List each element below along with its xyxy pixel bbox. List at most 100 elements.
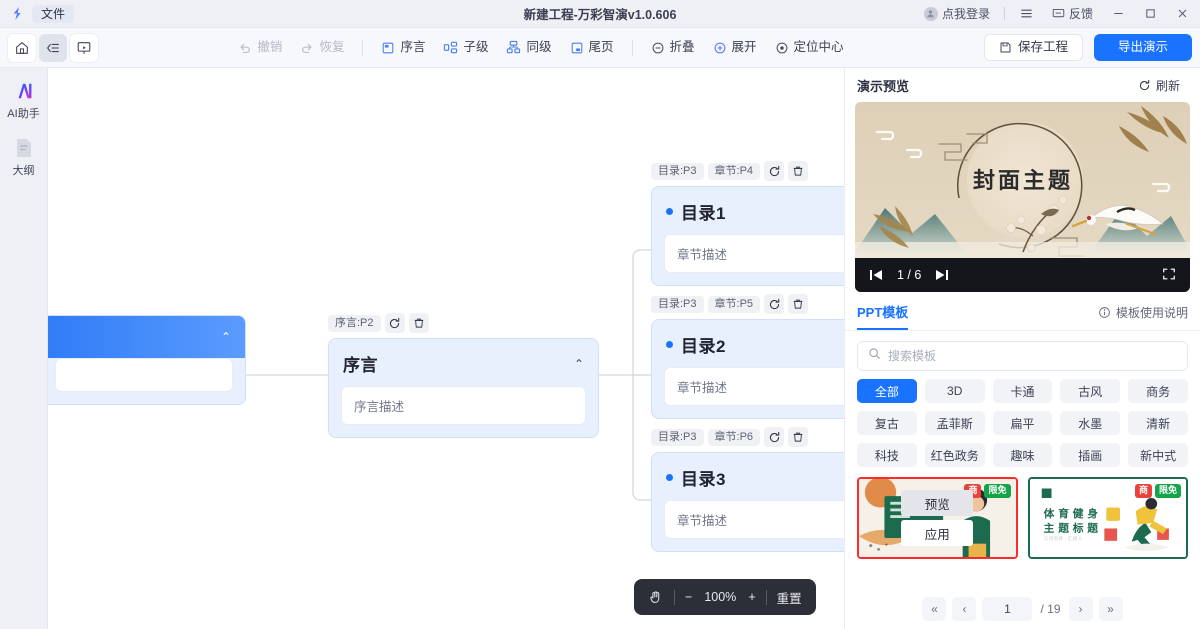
undo-button[interactable]: 撤销 bbox=[230, 36, 290, 60]
chapter-2-card[interactable]: 目录2 章节描述 ❯ bbox=[651, 319, 844, 419]
chip-category-5[interactable]: 复古 bbox=[857, 411, 917, 435]
rail-item-outline[interactable]: 大纲 bbox=[1, 137, 47, 178]
outline-view-button[interactable] bbox=[39, 33, 67, 62]
insert-child-button[interactable]: 子级 bbox=[435, 35, 496, 60]
chapter-1-title[interactable]: 目录1 bbox=[681, 199, 726, 224]
collapse-all-button[interactable]: 折叠 bbox=[643, 36, 703, 60]
close-button[interactable] bbox=[1166, 1, 1198, 27]
outline-icon bbox=[13, 137, 35, 159]
preface-node-title[interactable]: 序言 bbox=[343, 351, 378, 376]
redo-button[interactable]: 恢复 bbox=[292, 36, 352, 60]
search-input[interactable] bbox=[888, 349, 1177, 363]
chapter-2-section-chip: 章节:P5 bbox=[707, 295, 761, 313]
player-next-button[interactable] bbox=[935, 269, 949, 281]
preface-node-card[interactable]: 序言 ⌃ 序言描述 bbox=[328, 338, 599, 438]
preface-delete-icon[interactable] bbox=[408, 313, 429, 333]
chapter-2-delete-icon[interactable] bbox=[788, 294, 809, 314]
export-presentation-button[interactable]: 导出演示 bbox=[1094, 34, 1193, 61]
root-collapse-chevron[interactable]: ⌃ bbox=[221, 330, 231, 344]
expand-all-button[interactable]: 展开 bbox=[705, 36, 765, 60]
chip-category-3[interactable]: 古风 bbox=[1060, 379, 1121, 403]
preface-collapse-chevron[interactable]: ⌃ bbox=[574, 357, 584, 371]
chapter-1-card[interactable]: 目录1 章节描述 bbox=[651, 186, 844, 286]
pagination-next-button[interactable]: › bbox=[1068, 597, 1093, 621]
chapter-1-refresh-icon[interactable] bbox=[764, 161, 785, 181]
preface-page-chip: 序言:P2 bbox=[328, 314, 381, 332]
pagination-prev-button[interactable]: ‹ bbox=[952, 597, 977, 621]
chapter-3-delete-icon[interactable] bbox=[788, 427, 809, 447]
chip-category-12[interactable]: 趣味 bbox=[992, 443, 1053, 467]
chip-category-11[interactable]: 红色政务 bbox=[924, 443, 985, 467]
template-category-chips: 全部 3D 卡通 古风 商务 复古 孟菲斯 扁平 水墨 清新 科技 红色政务 趣… bbox=[845, 379, 1200, 467]
menu-button[interactable] bbox=[1010, 2, 1043, 25]
preface-refresh-icon[interactable] bbox=[384, 313, 405, 333]
login-button[interactable]: 点我登录 bbox=[915, 3, 999, 25]
rail-item-ai-assistant[interactable]: AI助手 bbox=[1, 80, 47, 121]
root-node-card[interactable]: ⌃ bbox=[48, 315, 246, 405]
chapter-3-title[interactable]: 目录3 bbox=[681, 465, 726, 490]
node-chapter-3[interactable]: 目录:P3 章节:P6 目录3 章节描述 bbox=[651, 427, 844, 552]
insert-endpage-button[interactable]: 尾页 bbox=[562, 36, 622, 60]
insert-sibling-button[interactable]: 同级 bbox=[498, 35, 559, 60]
minimize-button[interactable] bbox=[1102, 1, 1134, 27]
chip-category-13[interactable]: 插画 bbox=[1060, 443, 1121, 467]
chip-category-14[interactable]: 新中式 bbox=[1128, 443, 1188, 467]
tab-ppt-templates[interactable]: PPT模板 bbox=[857, 302, 909, 330]
pagination-first-button[interactable]: « bbox=[922, 597, 947, 621]
feedback-button[interactable]: 反馈 bbox=[1043, 3, 1102, 24]
slide-preview[interactable]: 封面主题 1 / 6 bbox=[855, 102, 1190, 292]
center-view-button[interactable]: 定位中心 bbox=[767, 36, 852, 60]
preview-refresh-button[interactable]: 刷新 bbox=[1130, 73, 1188, 98]
node-root[interactable]: ⌃ bbox=[48, 315, 246, 405]
chip-category-4[interactable]: 商务 bbox=[1128, 379, 1188, 403]
insert-preface-button[interactable]: 序言 bbox=[373, 36, 433, 60]
pagination-last-button[interactable]: » bbox=[1098, 597, 1123, 621]
node-chapter-2[interactable]: 目录:P3 章节:P5 目录2 章节描述 bbox=[651, 294, 844, 419]
save-project-button[interactable]: 保存工程 bbox=[983, 34, 1083, 61]
redo-label: 恢复 bbox=[319, 40, 345, 55]
pan-hand-icon[interactable] bbox=[648, 589, 664, 605]
template-preview-button[interactable]: 预览 bbox=[901, 490, 974, 516]
chapter-1-description[interactable]: 章节描述 bbox=[664, 234, 844, 273]
chip-category-8[interactable]: 水墨 bbox=[1060, 411, 1121, 435]
node-preface[interactable]: 序言:P2 序言 ⌃ 序言描述 bbox=[328, 313, 599, 438]
presentation-view-button[interactable] bbox=[70, 33, 98, 62]
chapter-2-title[interactable]: 目录2 bbox=[681, 332, 726, 357]
template-help-link[interactable]: 模板使用说明 bbox=[1098, 304, 1188, 328]
root-node-description[interactable] bbox=[55, 358, 233, 392]
zoom-reset-button[interactable]: 重置 bbox=[777, 588, 802, 607]
player-fullscreen-button[interactable] bbox=[1162, 267, 1176, 284]
template-apply-button[interactable]: 应用 bbox=[901, 520, 974, 546]
chip-category-0[interactable]: 全部 bbox=[857, 379, 917, 403]
chip-category-1[interactable]: 3D bbox=[924, 379, 985, 403]
file-menu-button[interactable]: 文件 bbox=[32, 4, 75, 23]
pagination-page-input[interactable]: 1 bbox=[982, 597, 1033, 621]
toolbar-divider-2 bbox=[631, 39, 633, 56]
template-card-1[interactable]: 商 限免 预览 应用 bbox=[857, 477, 1018, 559]
maximize-button[interactable] bbox=[1134, 1, 1166, 27]
node-chapter-1[interactable]: 目录:P3 章节:P4 目录1 章节描述 bbox=[651, 161, 844, 286]
chapter-3-description[interactable]: 章节描述 bbox=[664, 500, 844, 539]
player-prev-button[interactable] bbox=[869, 269, 883, 281]
chapter-1-delete-icon[interactable] bbox=[788, 161, 809, 181]
chapter-2-header: 目录2 bbox=[652, 320, 844, 367]
zoom-out-button[interactable]: − bbox=[685, 590, 692, 604]
chip-category-2[interactable]: 卡通 bbox=[992, 379, 1053, 403]
child-node-icon bbox=[444, 41, 458, 54]
chapter-2-refresh-icon[interactable] bbox=[764, 294, 785, 314]
chip-category-6[interactable]: 孟菲斯 bbox=[924, 411, 985, 435]
preview-header: 演示预览 刷新 bbox=[845, 68, 1200, 102]
chapter-2-description[interactable]: 章节描述 bbox=[664, 367, 844, 406]
chip-category-10[interactable]: 科技 bbox=[857, 443, 917, 467]
chip-category-9[interactable]: 清新 bbox=[1128, 411, 1188, 435]
chapter-3-card[interactable]: 目录3 章节描述 bbox=[651, 452, 844, 552]
chip-category-7[interactable]: 扁平 bbox=[992, 411, 1053, 435]
zoom-in-button[interactable]: + bbox=[748, 590, 755, 604]
template-search-box[interactable] bbox=[857, 341, 1188, 371]
template-card-2[interactable]: 体 育 健 身 主 题 标 题 公司名称 · 汇报人 商 限免 bbox=[1027, 477, 1188, 559]
home-button[interactable] bbox=[8, 33, 36, 62]
preface-node-description[interactable]: 序言描述 bbox=[341, 386, 586, 425]
mindmap-canvas[interactable]: ⌃ 序言:P2 序言 ⌃ 序言描述 目录:P3 章节:P4 目录1 章节描述 目… bbox=[48, 68, 844, 629]
chapter-3-refresh-icon[interactable] bbox=[764, 427, 785, 447]
title-bar-right: 点我登录 反馈 bbox=[915, 1, 1200, 27]
